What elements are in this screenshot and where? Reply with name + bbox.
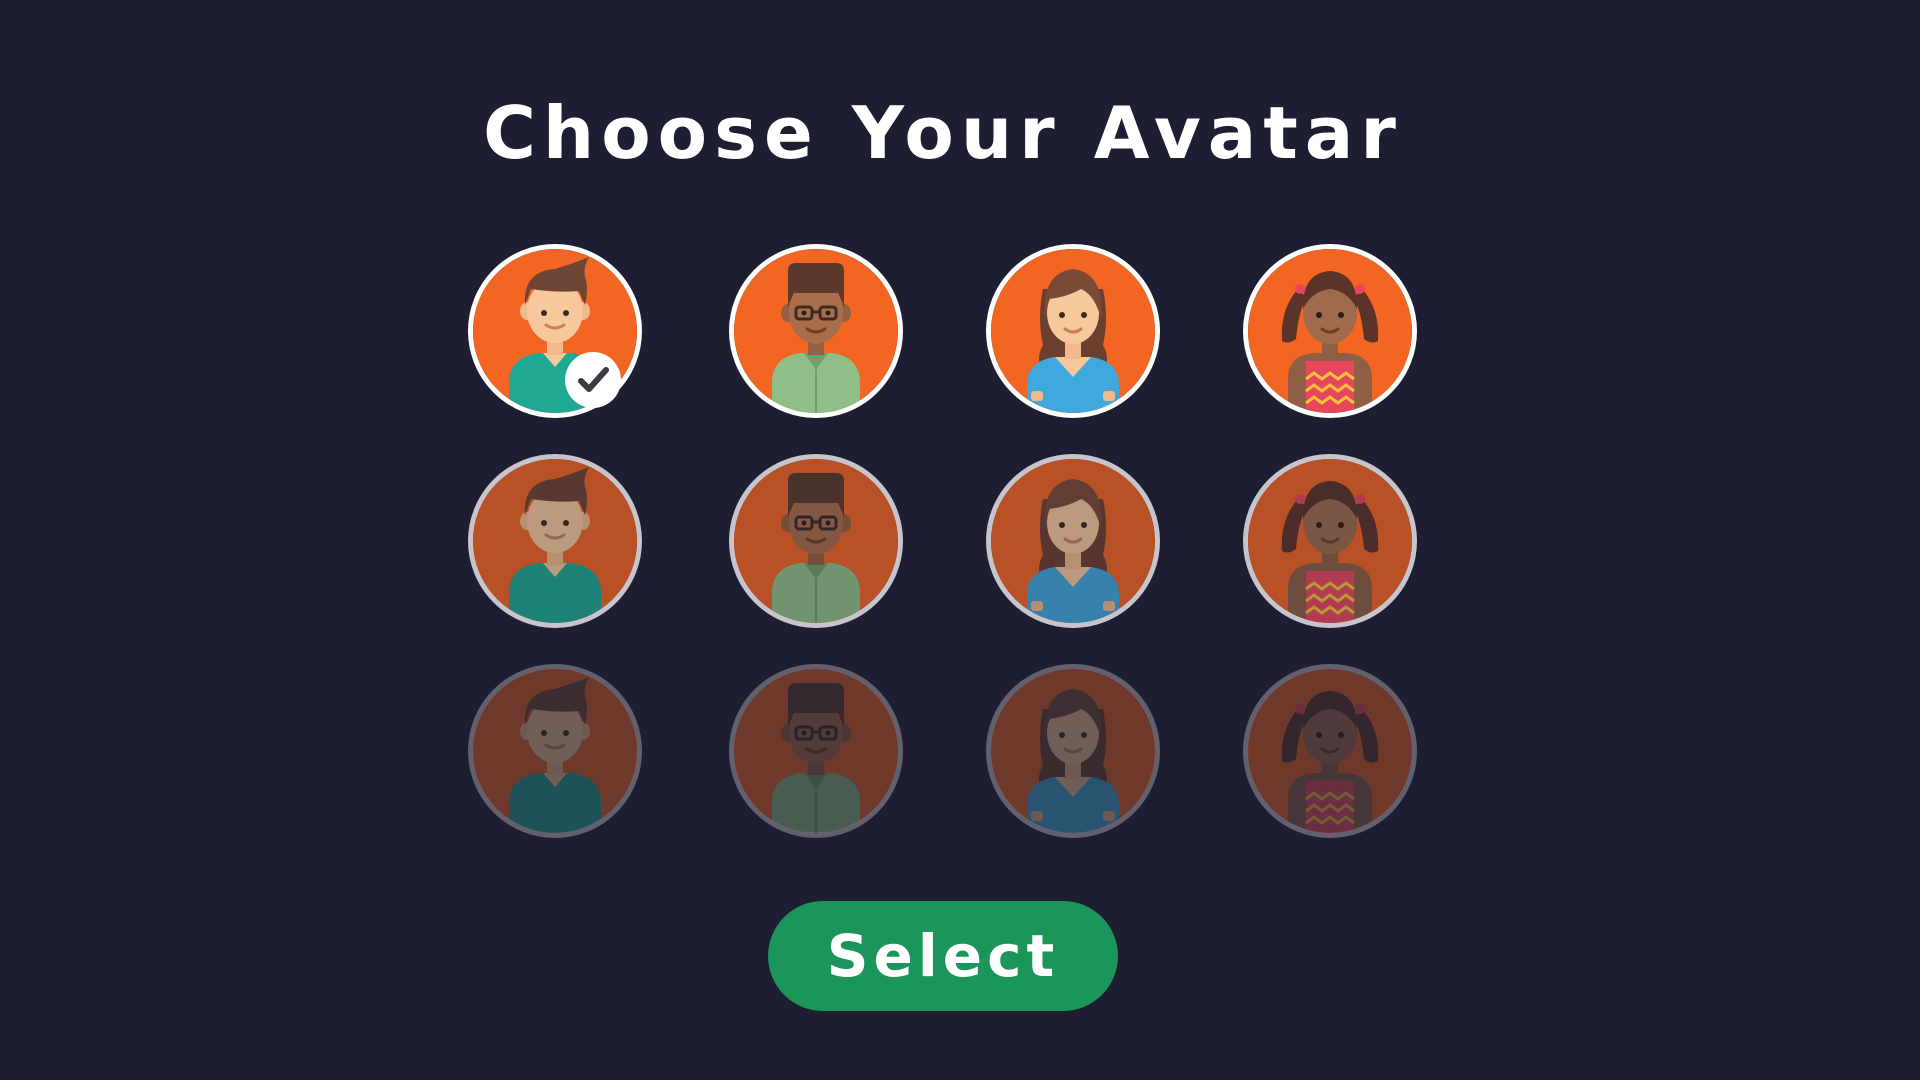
- avatar-r2-girl-2[interactable]: [1243, 454, 1417, 628]
- avatar-r3-boy-2[interactable]: [729, 664, 903, 838]
- avatar-r2-boy-1[interactable]: [468, 454, 642, 628]
- girl-avatar-icon: [991, 249, 1155, 413]
- avatar-r3-boy-1[interactable]: [468, 664, 642, 838]
- avatar-r3-girl-2[interactable]: [1243, 664, 1417, 838]
- select-button[interactable]: Select: [768, 901, 1118, 1011]
- boy-avatar-icon: [473, 669, 637, 833]
- avatar-r1-girl-2[interactable]: [1243, 244, 1417, 418]
- girl-pigtails-avatar-icon: [1248, 669, 1412, 833]
- avatar-r1-boy-2[interactable]: [729, 244, 903, 418]
- avatar-r2-boy-2[interactable]: [729, 454, 903, 628]
- avatar-r2-girl-1[interactable]: [986, 454, 1160, 628]
- boy-glasses-avatar-icon: [734, 669, 898, 833]
- boy-glasses-avatar-icon: [734, 249, 898, 413]
- girl-pigtails-avatar-icon: [1248, 459, 1412, 623]
- check-icon: [578, 367, 609, 392]
- girl-pigtails-avatar-icon: [1248, 249, 1412, 413]
- girl-avatar-icon: [991, 669, 1155, 833]
- avatar-r3-girl-1[interactable]: [986, 664, 1160, 838]
- girl-avatar-icon: [991, 459, 1155, 623]
- avatar-r1-girl-1[interactable]: [986, 244, 1160, 418]
- boy-glasses-avatar-icon: [734, 459, 898, 623]
- selected-badge: [565, 352, 621, 408]
- avatar-select-screen: Choose Your Avatar Select: [0, 0, 1920, 1080]
- boy-avatar-icon: [473, 459, 637, 623]
- page-title: Choose Your Avatar: [483, 91, 1403, 175]
